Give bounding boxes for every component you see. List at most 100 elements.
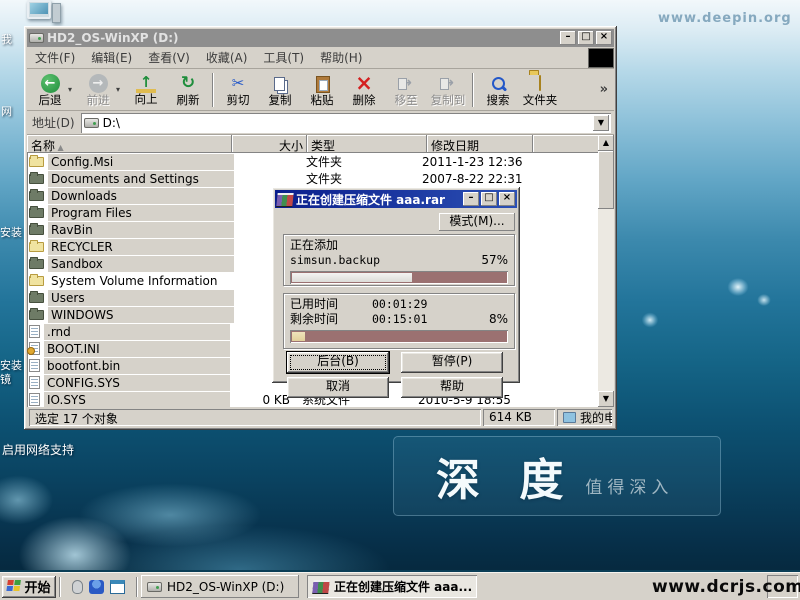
paste-icon — [312, 74, 332, 94]
folders-button[interactable]: 文件夹 — [519, 70, 561, 109]
delete-icon — [354, 74, 374, 94]
file-row[interactable]: Documents and Settings文件夹2007-8-22 22:31 — [27, 170, 614, 187]
menu-view[interactable]: 查看(V) — [140, 47, 198, 68]
copy-button[interactable]: 复制 — [259, 70, 301, 109]
file-row[interactable]: Config.Msi文件夹2011-1-23 12:36 — [27, 153, 614, 170]
menu-file[interactable]: 文件(F) — [27, 47, 83, 68]
total-progress-fill — [292, 332, 305, 341]
remaining-label: 剩余时间 — [290, 312, 372, 327]
my-computer-desktop-icon[interactable] — [27, 0, 61, 26]
close-button[interactable]: × — [499, 192, 515, 206]
status-zone-label: 我的电脑 — [580, 409, 612, 426]
close-button[interactable]: × — [596, 31, 612, 45]
drive-icon — [84, 118, 99, 128]
minimize-button[interactable]: – — [463, 192, 479, 206]
file-name: .rnd — [44, 324, 230, 340]
file-progress-fill — [292, 273, 412, 282]
paste-button[interactable]: 粘贴 — [301, 70, 343, 109]
refresh-button[interactable]: 刷新 — [167, 70, 209, 109]
column-header-name[interactable]: 名称 — [27, 135, 232, 153]
adding-label: 正在添加 — [290, 238, 372, 253]
current-file-group: 正在添加 simsun.backup 57% — [283, 234, 515, 286]
file-name: System Volume Information — [48, 273, 234, 289]
file-icon — [29, 376, 40, 389]
back-button[interactable]: 后退 — [29, 70, 71, 109]
file-icon — [29, 359, 40, 372]
menu-help[interactable]: 帮助(H) — [312, 47, 370, 68]
file-name: RavBin — [48, 222, 234, 238]
scroll-down-icon[interactable]: ▼ — [598, 391, 614, 407]
quick-launch-icon-1[interactable] — [72, 580, 83, 594]
forward-button[interactable]: 前进 — [77, 70, 119, 109]
desktop-icon-label-fragment: 安装 — [0, 224, 22, 240]
total-progress-bar — [290, 330, 508, 343]
scrollbar-thumb[interactable] — [598, 151, 614, 209]
quick-launch-icon-2[interactable] — [89, 580, 104, 594]
start-button[interactable]: 开始 — [2, 576, 56, 598]
cut-button[interactable]: 剪切 — [217, 70, 259, 109]
address-label: 地址(D) — [30, 114, 81, 131]
minimize-button[interactable]: – — [560, 31, 576, 45]
column-header-date[interactable]: 修改日期 — [427, 135, 533, 153]
folder-icon — [29, 242, 44, 252]
address-value: D:\ — [103, 116, 593, 130]
file-date: 2011-1-23 12:36 — [422, 155, 614, 169]
watermark-slogan: 值得深入 — [585, 473, 673, 498]
maximize-button[interactable]: □ — [578, 31, 594, 45]
move-to-button[interactable]: 移至 — [385, 70, 427, 109]
quick-launch-icon-3[interactable] — [110, 580, 125, 594]
winrar-titlebar[interactable]: 正在创建压缩文件 aaa.rar – □ × — [275, 190, 517, 208]
help-button[interactable]: 帮助 — [401, 377, 503, 398]
copy-icon — [270, 74, 290, 94]
cancel-button[interactable]: 取消 — [287, 377, 389, 398]
menu-favorites[interactable]: 收藏(A) — [198, 47, 256, 68]
desktop-icon-label-fragment: 镜 — [0, 371, 11, 387]
status-size: 614 KB — [483, 409, 555, 426]
toolbar-label: 前进 — [87, 94, 110, 106]
time-group: 已用时间 00:01:29 剩余时间 00:15:01 8% — [283, 293, 515, 349]
desktop-icon-label-fragment: 网 — [1, 103, 12, 119]
menu-tools[interactable]: 工具(T) — [255, 47, 312, 68]
chevron-down-icon[interactable]: ▾ — [68, 85, 77, 94]
menu-edit[interactable]: 编辑(E) — [83, 47, 140, 68]
toolbar-label: 向上 — [135, 93, 158, 105]
task-label: 正在创建压缩文件 aaa... — [334, 578, 472, 595]
explorer-titlebar[interactable]: HD2_OS-WinXP (D:) – □ × — [27, 29, 614, 47]
delete-button[interactable]: 删除 — [343, 70, 385, 109]
scrollbar-track[interactable] — [598, 209, 614, 391]
chevron-down-icon[interactable]: ▼ — [593, 115, 609, 131]
toolbar-label: 剪切 — [227, 94, 250, 106]
toolbar-overflow-chevron[interactable]: » — [596, 82, 612, 97]
file-name: Users — [48, 290, 234, 306]
desktop-icon-label-network[interactable]: 启用网络支持 — [2, 441, 74, 458]
toolbar-label: 搜索 — [487, 94, 510, 106]
background-button[interactable]: 后台(B) — [287, 352, 389, 373]
file-percent: 57% — [481, 253, 508, 268]
deepin-watermark-panel: 深 度 值得深入 — [393, 436, 721, 516]
taskbar-task-explorer[interactable]: HD2_OS-WinXP (D:) — [141, 575, 299, 598]
up-button[interactable]: 向上 — [125, 70, 167, 109]
toolbar-label: 文件夹 — [523, 94, 558, 106]
chevron-down-icon[interactable]: ▾ — [116, 85, 125, 94]
column-header-type[interactable]: 类型 — [307, 135, 427, 153]
mode-button[interactable]: 模式(M)... — [439, 213, 515, 231]
status-zone: 我的电脑 — [557, 409, 612, 426]
folder-icon — [29, 191, 44, 201]
folder-icon — [29, 225, 44, 235]
vertical-scrollbar[interactable]: ▲ ▼ — [598, 135, 614, 407]
scroll-up-icon[interactable]: ▲ — [598, 135, 614, 151]
elapsed-value: 00:01:29 — [372, 297, 427, 312]
search-button[interactable]: 搜索 — [477, 70, 519, 109]
pause-button[interactable]: 暂停(P) — [401, 352, 503, 373]
taskbar-task-winrar[interactable]: 正在创建压缩文件 aaa... — [307, 575, 477, 598]
file-name: CONFIG.SYS — [44, 375, 230, 391]
address-input[interactable]: D:\ ▼ — [81, 113, 611, 133]
maximize-button[interactable]: □ — [481, 192, 497, 206]
column-header-size[interactable]: 大小 — [232, 135, 307, 153]
file-date: 2007-8-22 22:31 — [422, 172, 614, 186]
copy-to-button[interactable]: 复制到 — [427, 70, 469, 109]
drive-icon — [29, 33, 44, 43]
windows-logo-icon — [7, 580, 23, 593]
folder-icon — [29, 157, 44, 167]
file-name: Downloads — [48, 188, 234, 204]
